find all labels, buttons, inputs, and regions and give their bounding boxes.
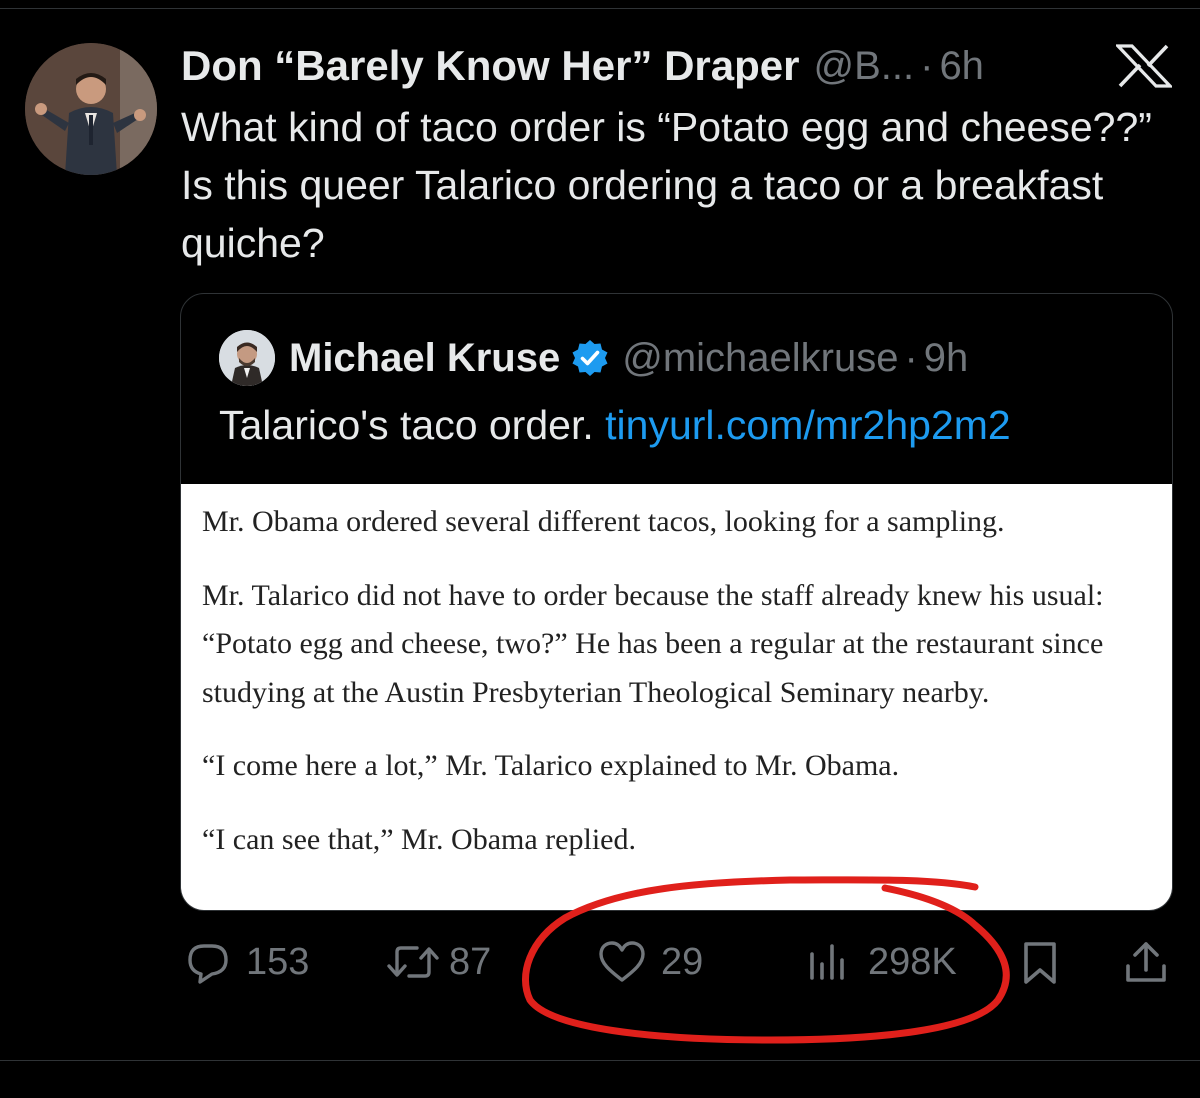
quoted-author-handle[interactable]: @michaelkruse [622,336,898,381]
quoted-tweet-body: Talarico's taco order. [219,402,594,448]
reply-count: 153 [246,940,310,983]
tweet-header: Don “Barely Know Her” Draper @B... · 6h [181,38,984,94]
quoted-tweet-timestamp[interactable]: 9h [924,336,969,381]
top-divider [0,8,1200,9]
views-icon [806,938,850,986]
reply-icon [184,938,232,986]
like-button[interactable]: 29 [597,930,703,994]
quoted-author-display-name[interactable]: Michael Kruse [289,336,560,381]
author-handle[interactable]: @B... [813,44,914,89]
article-paragraph: Mr. Talarico did not have to order becau… [202,578,1104,709]
repost-icon [385,938,441,986]
separator-dot: · [920,43,934,88]
tweet-timestamp[interactable]: 6h [939,44,984,89]
share-icon [1122,938,1170,986]
article-excerpt-image[interactable]: Mr. Obama ordered several different taco… [181,484,1172,910]
bookmark-button[interactable] [1018,930,1062,994]
author-avatar[interactable] [25,43,157,175]
repost-count: 87 [449,940,492,983]
x-logo-icon[interactable] [1114,44,1174,88]
reply-button[interactable]: 153 [184,930,309,994]
article-paragraph: “I can see that,” Mr. Obama replied. [202,822,636,856]
views-count: 298K [868,940,957,983]
bottom-divider [0,1060,1200,1061]
tweet-text: What kind of taco order is “Potato egg a… [181,104,1152,266]
heart-icon [597,938,647,986]
quoted-tweet-header: Michael Kruse @michaelkruse · 9h [219,330,968,386]
quoted-tweet-text: Talarico's taco order. tinyurl.com/mr2hp… [219,402,1011,449]
article-paragraph: Mr. Obama ordered several different taco… [202,505,1005,538]
separator-dot: · [904,335,918,380]
article-paragraph: “I come here a lot,” Mr. Talarico explai… [202,749,900,782]
repost-button[interactable]: 87 [385,930,491,994]
author-display-name[interactable]: Don “Barely Know Her” Draper [181,42,799,90]
like-count: 29 [661,940,704,983]
quoted-tweet-card[interactable]: Michael Kruse @michaelkruse · 9h Talaric… [180,293,1173,911]
bookmark-icon [1018,938,1062,986]
tweet-action-bar: 153 87 29 298K [0,930,1200,994]
quoted-tweet-link[interactable]: tinyurl.com/mr2hp2m2 [605,402,1011,448]
views-button[interactable]: 298K [806,930,957,994]
share-button[interactable] [1122,930,1170,994]
verified-badge-icon [570,338,610,378]
quoted-author-avatar[interactable] [219,330,275,386]
